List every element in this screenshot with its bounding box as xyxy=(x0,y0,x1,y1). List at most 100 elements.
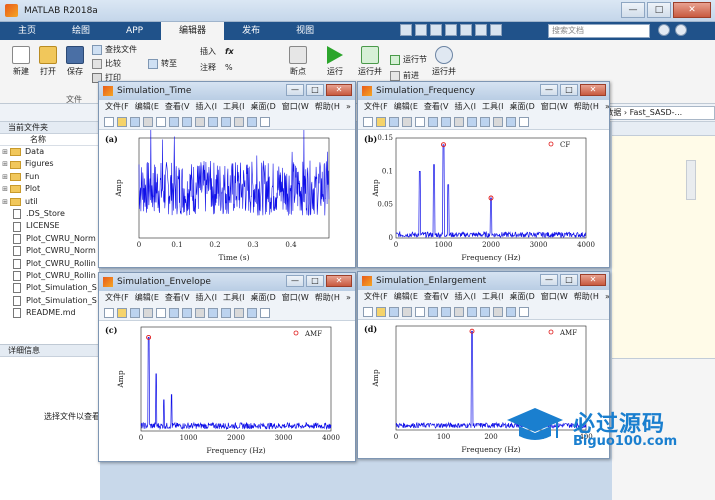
expand-toggle-icon[interactable]: ⊞ xyxy=(0,171,10,183)
save-figure-icon[interactable] xyxy=(130,307,140,318)
file-list-item[interactable]: Plot_Simulation_S xyxy=(0,282,99,294)
goto-button[interactable]: 转至 xyxy=(148,58,177,69)
figure-minimize-button[interactable]: — xyxy=(286,84,304,96)
pan-icon[interactable] xyxy=(195,307,205,318)
figure-maximize-button[interactable]: □ xyxy=(560,84,578,96)
print-figure-icon[interactable] xyxy=(402,306,412,317)
brush-icon[interactable] xyxy=(234,307,244,318)
figure-menu-item[interactable]: 查看(V xyxy=(424,100,449,114)
zoom-in-icon[interactable] xyxy=(428,116,438,127)
figure-menu-item[interactable]: 帮助(H xyxy=(315,291,340,305)
insert-legend-icon[interactable] xyxy=(260,307,270,318)
zoom-out-icon[interactable] xyxy=(182,307,192,318)
open-button[interactable]: 打开 xyxy=(37,46,59,77)
figure-titlebar[interactable]: Simulation_Time — □ ✕ xyxy=(99,82,355,100)
new-figure-icon[interactable] xyxy=(104,307,114,318)
figure-menu-item[interactable]: 插入(I xyxy=(455,290,476,304)
editor-scrollbar[interactable] xyxy=(686,160,696,200)
zoom-out-icon[interactable] xyxy=(441,306,451,317)
print-figure-icon[interactable] xyxy=(143,307,153,318)
figure-menu-item[interactable]: 文件(F xyxy=(105,100,129,114)
file-list-item[interactable]: Plot_Simulation_S xyxy=(0,295,99,307)
insert-colorbar-icon[interactable] xyxy=(506,116,516,127)
new-figure-icon[interactable] xyxy=(104,116,114,127)
pointer-icon[interactable] xyxy=(156,307,166,318)
insert-legend-icon[interactable] xyxy=(519,306,529,317)
comment-button[interactable]: 注释% xyxy=(200,62,233,73)
save-quick-icon[interactable] xyxy=(400,24,412,36)
editor-area[interactable] xyxy=(612,122,715,358)
figure-titlebar[interactable]: Simulation_Envelope — □ ✕ xyxy=(99,273,355,291)
file-list-item[interactable]: Plot_CWRU_Norm xyxy=(0,245,99,257)
figure-menu-item[interactable]: 编辑(E xyxy=(135,291,159,305)
tab-plots[interactable]: 绘图 xyxy=(54,22,108,40)
figure-menu-item[interactable]: 工具(I xyxy=(223,100,244,114)
figure-minimize-button[interactable]: — xyxy=(286,275,304,287)
close-button[interactable]: ✕ xyxy=(673,2,711,18)
rotate-icon[interactable] xyxy=(467,306,477,317)
insert-button[interactable]: 插入 fx xyxy=(200,46,234,57)
insert-legend-icon[interactable] xyxy=(260,116,270,127)
file-list-item[interactable]: ⊞ Fun xyxy=(0,171,99,183)
maximize-button[interactable]: □ xyxy=(647,2,671,18)
figure-maximize-button[interactable]: □ xyxy=(306,275,324,287)
zoom-out-icon[interactable] xyxy=(182,116,192,127)
figure-menu-item[interactable]: 桌面(D xyxy=(250,291,275,305)
figure-window-frequency[interactable]: Simulation_Frequency — □ ✕ 文件(F 编辑(E 查看(V 插入(… xyxy=(357,81,610,268)
figure-titlebar[interactable]: Simulation_Frequency — □ ✕ xyxy=(358,82,609,100)
run-and-advance-button[interactable]: 运行并 xyxy=(356,46,384,77)
figure-menu-item[interactable]: 工具(I xyxy=(482,100,503,114)
figure-maximize-button[interactable]: □ xyxy=(560,274,578,286)
figure-menu-item[interactable]: 桌面(D xyxy=(509,290,534,304)
zoom-in-icon[interactable] xyxy=(169,116,179,127)
figure-close-button[interactable]: ✕ xyxy=(580,84,606,96)
file-list-item[interactable]: ⊞ Plot xyxy=(0,183,99,195)
tab-editor[interactable]: 编辑器 xyxy=(161,22,225,40)
figure-minimize-button[interactable]: — xyxy=(540,84,558,96)
copy-quick-icon[interactable] xyxy=(430,24,442,36)
tab-home[interactable]: 主页 xyxy=(0,22,54,40)
pan-icon[interactable] xyxy=(454,116,464,127)
zoom-in-icon[interactable] xyxy=(169,307,179,318)
bell-icon[interactable] xyxy=(658,24,670,36)
figure-menu-item[interactable]: 工具(I xyxy=(223,291,244,305)
figure-menu-item[interactable]: 文件(F xyxy=(105,291,129,305)
insert-legend-icon[interactable] xyxy=(519,116,529,127)
figure-menu-item[interactable]: 编辑(E xyxy=(394,290,418,304)
menu-overflow-icon[interactable]: » xyxy=(346,291,351,305)
figure-menu-item[interactable]: 窗口(W xyxy=(541,290,568,304)
figure-menu-item[interactable]: 查看(V xyxy=(424,290,449,304)
file-list-item[interactable]: ⊞ Figures xyxy=(0,158,99,170)
run-button[interactable]: 运行 xyxy=(322,46,348,77)
figure-menu-item[interactable]: 插入(I xyxy=(196,291,217,305)
figure-menu-item[interactable]: 工具(I xyxy=(482,290,503,304)
brush-icon[interactable] xyxy=(234,116,244,127)
file-list-item[interactable]: Plot_CWRU_Norm xyxy=(0,233,99,245)
pointer-icon[interactable] xyxy=(415,116,425,127)
file-list-item[interactable]: README.md xyxy=(0,307,99,319)
file-list-item[interactable]: .DS_Store xyxy=(0,208,99,220)
figure-menu-item[interactable]: 查看(V xyxy=(165,291,190,305)
figure-menu-item[interactable]: 查看(V xyxy=(165,100,190,114)
file-list-item[interactable]: Plot_CWRU_Rollin xyxy=(0,270,99,282)
rotate-icon[interactable] xyxy=(208,116,218,127)
find-files-button[interactable]: 查找文件 xyxy=(92,44,137,55)
expand-icon[interactable] xyxy=(675,24,687,36)
breakpoint-button[interactable]: 断点 xyxy=(286,46,310,77)
brush-icon[interactable] xyxy=(493,306,503,317)
insert-colorbar-icon[interactable] xyxy=(506,306,516,317)
run-and-time-button[interactable]: 运行并 xyxy=(430,46,458,77)
data-cursor-icon[interactable] xyxy=(480,306,490,317)
pan-icon[interactable] xyxy=(454,306,464,317)
figure-menu-item[interactable]: 帮助(H xyxy=(574,100,599,114)
figure-close-button[interactable]: ✕ xyxy=(326,84,352,96)
expand-toggle-icon[interactable]: ⊞ xyxy=(0,183,10,195)
run-section-button[interactable]: 运行节 xyxy=(390,54,427,65)
save-button[interactable]: 保存 xyxy=(64,46,86,77)
figure-menu-item[interactable]: 编辑(E xyxy=(135,100,159,114)
pan-icon[interactable] xyxy=(195,116,205,127)
figure-close-button[interactable]: ✕ xyxy=(580,274,606,286)
search-docs-input[interactable]: 搜索文档 xyxy=(548,24,650,38)
rotate-icon[interactable] xyxy=(208,307,218,318)
figure-window-time[interactable]: Simulation_Time — □ ✕ 文件(F 编辑(E 查看(V 插入(I 工具(I… xyxy=(98,81,356,268)
